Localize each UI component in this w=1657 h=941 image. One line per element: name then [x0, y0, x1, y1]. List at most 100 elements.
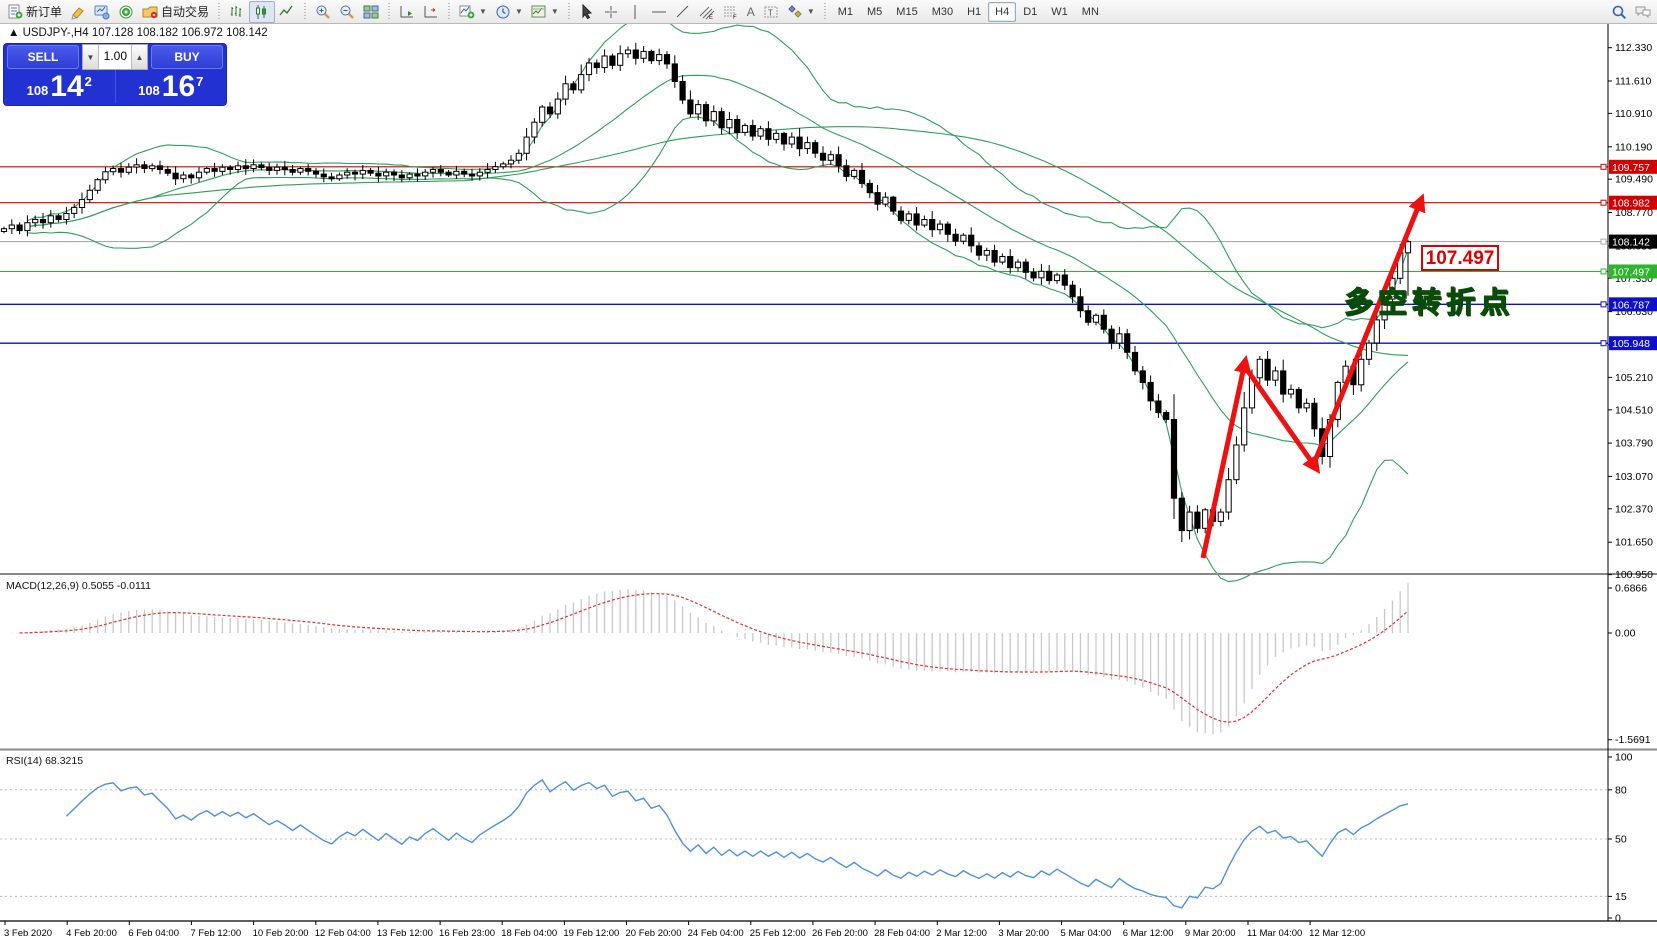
auto-scroll-button[interactable] [395, 2, 419, 22]
toolbar-separator [304, 2, 307, 21]
toolbar-right [1611, 4, 1657, 20]
label-tool-icon: T [764, 6, 778, 17]
macd-label: MACD(12,26,9) 0.5055 -0.0111 [6, 580, 151, 592]
candlestick-chart-button[interactable] [249, 0, 276, 23]
svg-text:110.190: 110.190 [1615, 141, 1652, 153]
indicators-button[interactable]: ▼ [455, 2, 491, 22]
vertical-line-button[interactable] [623, 2, 647, 22]
svg-text:6 Mar 12:00: 6 Mar 12:00 [1123, 928, 1174, 939]
toolbar: 新订单 自动交易 ▼ ▼ ▼ E F A T ▼ M1 M5 M15 M30 H… [0, 0, 1657, 24]
timeframe-m5[interactable]: M5 [860, 2, 889, 22]
search-icon[interactable] [1611, 4, 1627, 20]
svg-text:16 Feb 23:00: 16 Feb 23:00 [439, 928, 495, 939]
templates-icon [531, 5, 546, 17]
vertical-line-icon [634, 4, 636, 19]
auto-trading-button[interactable]: 自动交易 [138, 2, 213, 22]
volume-increase-button[interactable]: ▲ [132, 45, 147, 69]
mt4-window: 新订单 自动交易 ▼ ▼ ▼ E F A T ▼ M1 M5 M15 M30 H… [0, 0, 1657, 941]
volume-decrease-button[interactable]: ▼ [83, 45, 98, 69]
fibonacci-button[interactable]: F [719, 2, 743, 22]
timeframe-m15[interactable]: M15 [889, 2, 924, 22]
buy-button[interactable]: BUY [151, 45, 223, 69]
highlight-tool-button[interactable] [66, 2, 90, 22]
sell-button[interactable]: SELL [7, 45, 79, 69]
chart-title: ▲ USDJPY-,H4 107.128 108.182 106.972 108… [8, 27, 268, 39]
timeframe-d1[interactable]: D1 [1016, 2, 1044, 22]
buy-price[interactable]: 108 16 7 [114, 70, 227, 103]
svg-text:13 Feb 12:00: 13 Feb 12:00 [377, 928, 433, 939]
volume-control: ▼ 1.00 ▲ [82, 44, 148, 70]
market-watch-button[interactable] [90, 2, 114, 22]
svg-text:110.910: 110.910 [1615, 108, 1652, 120]
svg-text:105.948: 105.948 [1612, 338, 1650, 350]
toolbar-group-orders: 新订单 自动交易 [0, 0, 216, 23]
svg-text:4 Feb 20:00: 4 Feb 20:00 [66, 928, 117, 939]
zoom-out-icon [340, 5, 354, 19]
svg-text:7 Feb 12:00: 7 Feb 12:00 [190, 928, 241, 939]
svg-text:24 Feb 04:00: 24 Feb 04:00 [688, 928, 744, 939]
timeframe-m1[interactable]: M1 [831, 2, 860, 22]
tile-windows-button[interactable] [359, 2, 383, 22]
sell-price-sup: 2 [84, 74, 92, 89]
chart-shift-button[interactable] [419, 2, 443, 22]
timeframe-mn[interactable]: MN [1075, 2, 1106, 22]
svg-text:11 Mar 04:00: 11 Mar 04:00 [1247, 928, 1302, 939]
chart-canvas[interactable]: 107.497 多空转折点 112.330 111.610 110.910 110.190… [0, 0, 1657, 941]
svg-text:50: 50 [1615, 834, 1627, 846]
zoom-in-button[interactable] [311, 2, 335, 22]
chat-icon[interactable] [1635, 4, 1651, 20]
templates-button[interactable]: ▼ [527, 2, 563, 22]
auto-trading-icon [142, 6, 158, 18]
buy-price-sup: 7 [196, 74, 204, 89]
terminal-icon [94, 5, 110, 19]
cursor-icon [582, 3, 592, 19]
bar-chart-button[interactable] [225, 2, 249, 22]
timeframe-w1[interactable]: W1 [1044, 2, 1075, 22]
toolbar-separator [388, 2, 391, 21]
sell-price[interactable]: 108 14 2 [4, 70, 115, 103]
highlighter-icon [71, 6, 84, 20]
svg-text:3 Feb 2020: 3 Feb 2020 [4, 928, 52, 939]
svg-text:106.787: 106.787 [1612, 299, 1650, 311]
toolbar-separator [448, 2, 451, 21]
auto-scroll-icon [400, 5, 414, 17]
svg-text:9 Mar 20:00: 9 Mar 20:00 [1185, 928, 1236, 939]
signals-button[interactable] [114, 2, 138, 22]
label-button[interactable]: T [759, 2, 783, 22]
svg-text:26 Feb 20:00: 26 Feb 20:00 [812, 928, 868, 939]
channel-glyph: E [709, 15, 713, 20]
channel-button[interactable]: E [695, 2, 719, 22]
svg-text:107.497: 107.497 [1612, 266, 1650, 278]
buy-price-big: 16 [161, 70, 196, 103]
svg-text:18 Feb 04:00: 18 Feb 04:00 [501, 928, 557, 939]
horizontal-line-button[interactable] [647, 2, 671, 22]
toolbar-group-objects: E F A T ▼ [572, 0, 822, 23]
timeframe-h4[interactable]: H4 [988, 1, 1017, 22]
auto-trading-label: 自动交易 [161, 5, 210, 19]
sell-price-big: 14 [50, 70, 84, 103]
candlestick-chart-icon [256, 4, 267, 19]
svg-text:10 Feb 20:00: 10 Feb 20:00 [253, 928, 309, 939]
svg-text:102.370: 102.370 [1615, 503, 1653, 515]
line-chart-button[interactable] [275, 2, 299, 22]
toolbar-separator [823, 2, 826, 21]
signal-icon [119, 5, 133, 18]
zoom-out-button[interactable] [335, 2, 359, 22]
trendline-button[interactable] [671, 2, 695, 22]
dropdown-arrow-icon: ▼ [806, 7, 815, 16]
volume-field[interactable]: 1.00 [98, 45, 132, 69]
new-order-label: 新订单 [26, 5, 63, 19]
periods-button[interactable]: ▼ [491, 2, 527, 22]
svg-text:▲ USDJPY-,H4 107.128 108.182 1: ▲ USDJPY-,H4 107.128 108.182 106.972 108… [8, 27, 268, 39]
svg-text:20 Feb 20:00: 20 Feb 20:00 [626, 928, 682, 939]
svg-text:多空转折点: 多空转折点 [1344, 285, 1514, 319]
cursor-button[interactable] [575, 2, 599, 22]
svg-text:6 Feb 04:00: 6 Feb 04:00 [128, 928, 179, 939]
shapes-button[interactable]: ▼ [783, 2, 819, 22]
text-button[interactable]: A [743, 2, 759, 22]
channel-icon: E [699, 6, 715, 20]
crosshair-button[interactable] [599, 2, 623, 22]
timeframe-m30[interactable]: M30 [925, 2, 960, 22]
timeframe-h1[interactable]: H1 [960, 2, 988, 22]
new-order-button[interactable]: 新订单 [3, 2, 66, 22]
